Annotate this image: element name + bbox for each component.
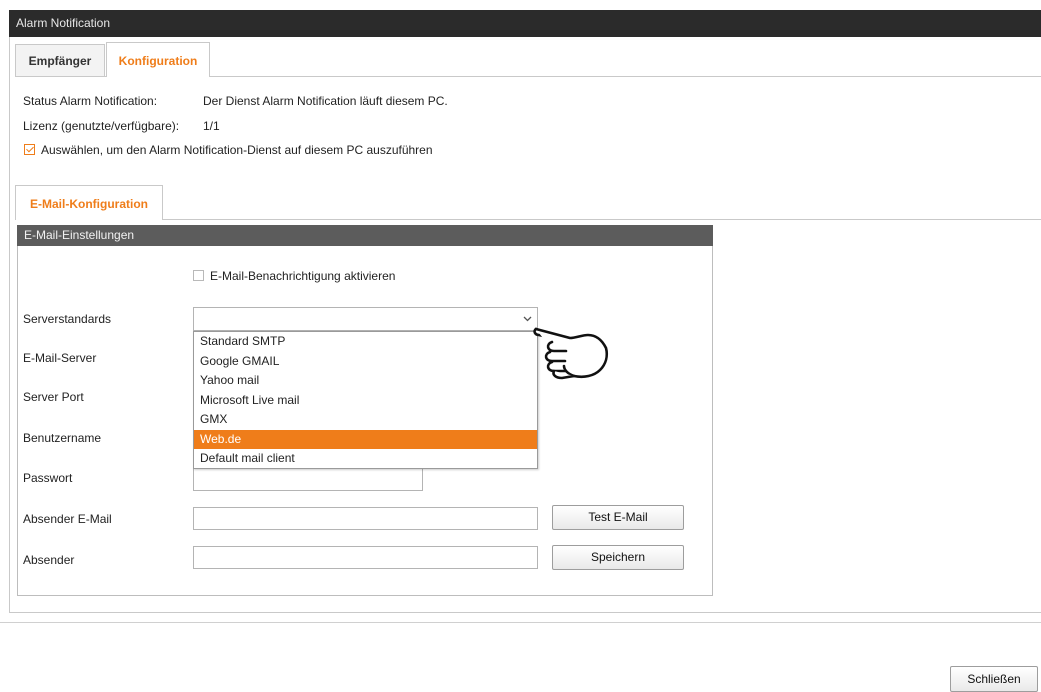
tab-underline — [15, 76, 106, 77]
server-defaults-select[interactable] — [193, 307, 538, 331]
tab-empfaenger[interactable]: Empfänger — [15, 44, 105, 77]
username-label: Benutzername — [23, 431, 102, 445]
tab-underline-right — [210, 76, 1041, 77]
server-defaults-dropdown: Standard SMTP Google GMAIL Yahoo mail Mi… — [193, 331, 538, 469]
option-standard-smtp[interactable]: Standard SMTP — [194, 332, 537, 352]
email-settings-header: E-Mail-Einstellungen — [17, 225, 713, 246]
sender-label: Absender — [23, 553, 75, 567]
save-button[interactable]: Speichern — [552, 545, 684, 570]
subtab-underline — [163, 219, 1041, 220]
enable-email-checkbox[interactable] — [193, 270, 204, 281]
test-email-button[interactable]: Test E-Mail — [552, 505, 684, 530]
sender-field[interactable] — [193, 546, 538, 569]
status-label: Status Alarm Notification: — [23, 94, 158, 108]
option-yahoo-mail[interactable]: Yahoo mail — [194, 371, 537, 391]
server-port-label: Server Port — [23, 390, 84, 404]
option-microsoft-live-mail[interactable]: Microsoft Live mail — [194, 391, 537, 411]
run-service-checkbox[interactable] — [24, 144, 35, 155]
license-value: 1/1 — [203, 119, 220, 133]
option-web-de[interactable]: Web.de — [194, 429, 537, 449]
option-google-gmail[interactable]: Google GMAIL — [194, 352, 537, 372]
server-defaults-label: Serverstandards — [23, 312, 112, 326]
password-label: Passwort — [23, 471, 73, 485]
footer-divider — [0, 622, 1041, 623]
pointing-hand-icon — [533, 327, 609, 380]
tab-konfiguration[interactable]: Konfiguration — [106, 42, 210, 77]
license-label: Lizenz (genutzte/verfügbare): — [23, 119, 180, 133]
close-button[interactable]: Schließen — [950, 666, 1038, 692]
sender-email-label: Absender E-Mail — [23, 512, 112, 526]
option-gmx[interactable]: GMX — [194, 410, 537, 430]
sender-email-field[interactable] — [193, 507, 538, 530]
enable-email-label: E-Mail-Benachrichtigung aktivieren — [210, 269, 396, 283]
run-service-label: Auswählen, um den Alarm Notification-Die… — [41, 143, 433, 157]
email-server-label: E-Mail-Server — [23, 351, 97, 365]
window-title: Alarm Notification — [9, 10, 1041, 37]
password-field[interactable] — [193, 467, 423, 491]
tab-email-konfiguration[interactable]: E-Mail-Konfiguration — [15, 185, 163, 220]
status-value: Der Dienst Alarm Notification läuft dies… — [203, 94, 448, 108]
option-default-mail-client[interactable]: Default mail client — [194, 449, 537, 469]
